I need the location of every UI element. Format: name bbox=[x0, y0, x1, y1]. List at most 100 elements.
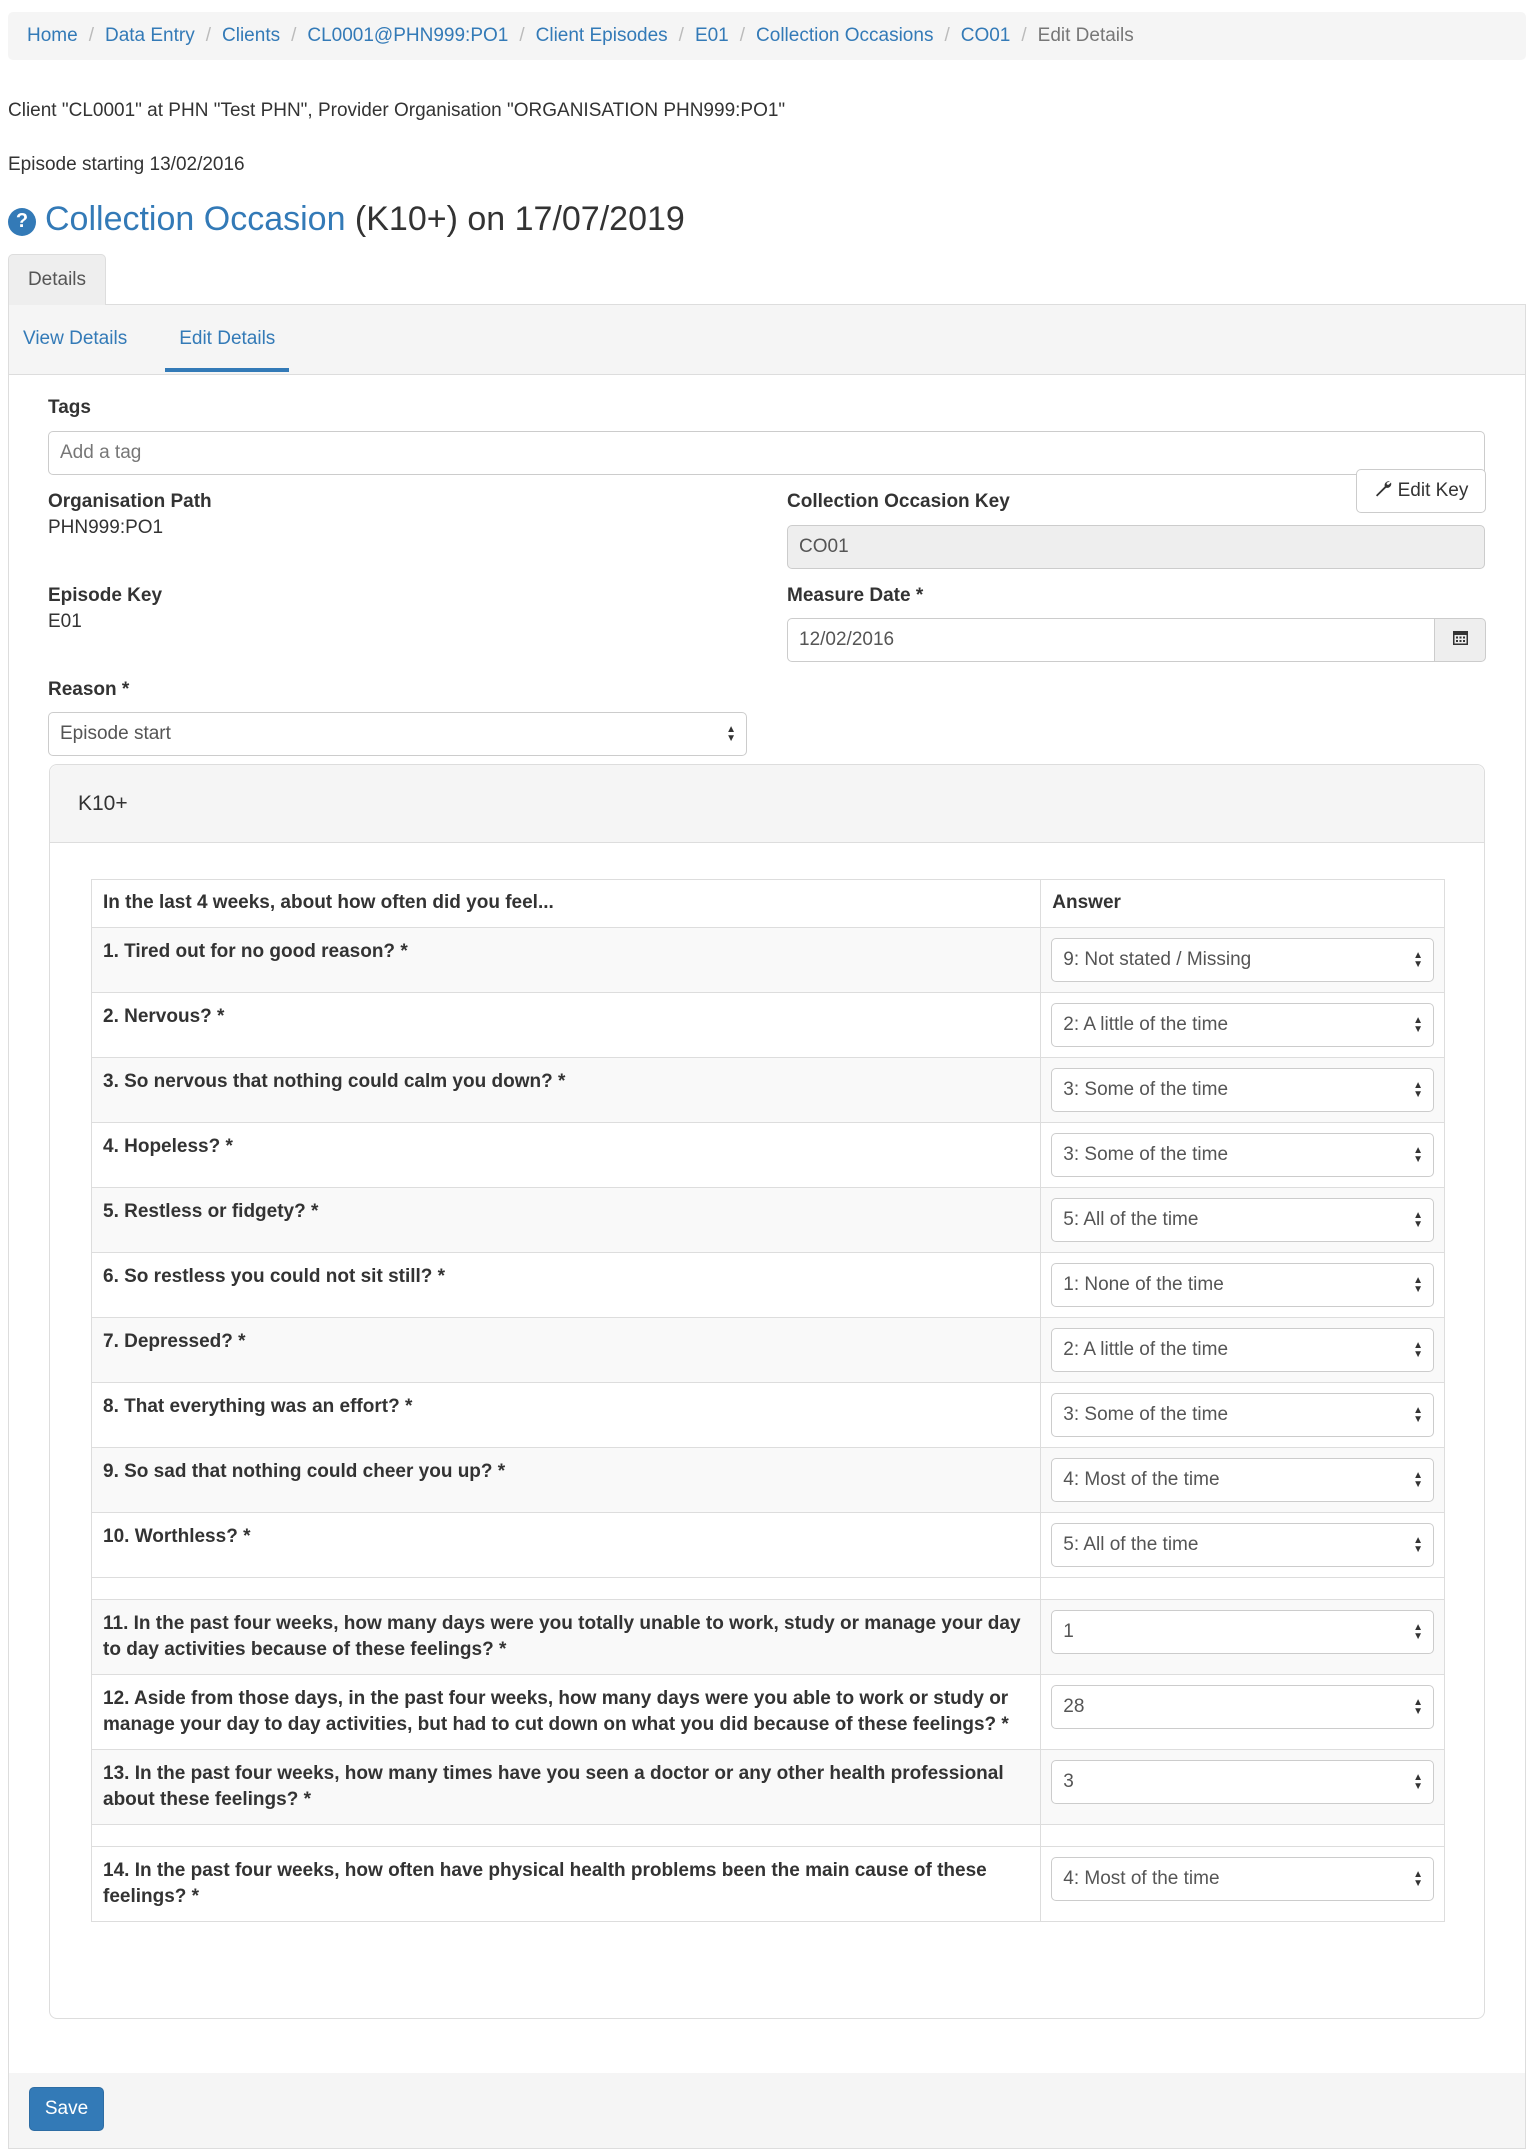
select-arrows-icon: ▲ ▼ bbox=[1413, 1869, 1423, 1889]
title-rest: (K10+) on 17/07/2019 bbox=[345, 200, 685, 238]
table-spacer-row bbox=[90, 1824, 1445, 1847]
k10-heading: K10+ bbox=[50, 765, 1484, 843]
collection-occasion-key-label: Collection Occasion Key bbox=[787, 491, 1010, 512]
question-text: 9. So sad that nothing could cheer you u… bbox=[90, 1447, 1042, 1513]
question-text: 4. Hopeless? * bbox=[90, 1122, 1042, 1188]
breadcrumb-separator: / bbox=[739, 25, 746, 46]
question-column-header: In the last 4 weeks, about how often did… bbox=[90, 879, 1042, 928]
question-row: 8. That everything was an effort? * 3: So… bbox=[90, 1382, 1445, 1448]
k10-question-table: In the last 4 weeks, about how often did… bbox=[90, 879, 1445, 1922]
breadcrumb-separator: / bbox=[1021, 25, 1027, 46]
answer-select[interactable]: 4: Most of the time ▲ ▼ bbox=[1051, 1857, 1434, 1901]
answer-select[interactable]: 4: Most of the time ▲ ▼ bbox=[1051, 1458, 1434, 1502]
answer-select[interactable]: 28 ▲ ▼ bbox=[1051, 1685, 1434, 1729]
breadcrumb-collection-occasion[interactable]: CO01 bbox=[961, 25, 1011, 47]
measure-date-input[interactable]: 12/02/2016 bbox=[787, 618, 1435, 662]
spacer-cell bbox=[90, 1577, 1042, 1600]
question-row: 13. In the past four weeks, how many tim… bbox=[90, 1749, 1445, 1825]
breadcrumb-client[interactable]: CL0001@PHN999:PO1 bbox=[307, 25, 508, 47]
answer-value: 2: A little of the time bbox=[1063, 1014, 1229, 1035]
tab-details[interactable]: Details bbox=[8, 254, 106, 305]
select-arrows-icon: ▲ ▼ bbox=[1413, 1470, 1423, 1490]
answer-select[interactable]: 1: None of the time ▲ ▼ bbox=[1051, 1263, 1434, 1307]
question-text: 1. Tired out for no good reason? * bbox=[90, 927, 1042, 993]
select-arrows-icon: ▲ ▼ bbox=[1413, 950, 1423, 970]
wrench-icon bbox=[1374, 479, 1392, 503]
select-arrows-icon: ▲ ▼ bbox=[1413, 1697, 1423, 1717]
spacer-cell bbox=[1040, 1577, 1445, 1600]
breadcrumb-collection-occasions[interactable]: Collection Occasions bbox=[756, 25, 933, 47]
select-arrows-icon: ▲ ▼ bbox=[1413, 1535, 1423, 1555]
save-button[interactable]: Save bbox=[29, 2087, 104, 2131]
answer-select[interactable]: 5: All of the time ▲ ▼ bbox=[1051, 1523, 1434, 1567]
question-row: 5. Restless or fidgety? * 5: All of the t… bbox=[90, 1187, 1445, 1253]
form-footer: Save bbox=[9, 2073, 1525, 2148]
breadcrumb-separator: / bbox=[944, 25, 950, 46]
answer-cell: 3: Some of the time ▲ ▼ bbox=[1040, 1122, 1445, 1188]
tags-input[interactable]: Add a tag bbox=[48, 431, 1485, 475]
tab-view-details[interactable]: View Details bbox=[23, 304, 127, 374]
answer-select[interactable]: 2: A little of the time ▲ ▼ bbox=[1051, 1003, 1434, 1047]
breadcrumb-current: Edit Details bbox=[1037, 25, 1134, 46]
answer-select[interactable]: 3: Some of the time ▲ ▼ bbox=[1051, 1393, 1434, 1437]
episode-key-value: E01 bbox=[48, 611, 82, 632]
organisation-path-value: PHN999:PO1 bbox=[48, 517, 164, 538]
spacer-cell bbox=[90, 1824, 1042, 1847]
question-text: 3. So nervous that nothing could calm yo… bbox=[90, 1057, 1042, 1123]
question-row: 9. So sad that nothing could cheer you u… bbox=[90, 1447, 1445, 1513]
answer-select[interactable]: 3 ▲ ▼ bbox=[1051, 1760, 1434, 1804]
breadcrumb-separator: / bbox=[291, 25, 297, 46]
episode-key-label: Episode Key bbox=[48, 585, 163, 606]
answer-value: 1: None of the time bbox=[1063, 1274, 1224, 1295]
question-row: 12. Aside from those days, in the past f… bbox=[90, 1674, 1445, 1750]
breadcrumb-client-episodes[interactable]: Client Episodes bbox=[536, 25, 668, 47]
question-row: 1. Tired out for no good reason? * 9: Not… bbox=[90, 927, 1445, 993]
tags-label: Tags bbox=[48, 397, 91, 418]
select-arrows-icon: ▲ ▼ bbox=[1413, 1210, 1423, 1230]
answer-cell: 5: All of the time ▲ ▼ bbox=[1040, 1512, 1445, 1578]
answer-value: 1 bbox=[1063, 1621, 1074, 1642]
answer-cell: 5: All of the time ▲ ▼ bbox=[1040, 1187, 1445, 1253]
edit-key-button[interactable]: Edit Key bbox=[1356, 469, 1486, 513]
select-arrows-icon: ▲ ▼ bbox=[1413, 1772, 1423, 1792]
question-row: 6. So restless you could not sit still? … bbox=[90, 1252, 1445, 1318]
answer-value: 5: All of the time bbox=[1063, 1534, 1199, 1555]
answer-select[interactable]: 3: Some of the time ▲ ▼ bbox=[1051, 1068, 1434, 1112]
answer-select[interactable]: 9: Not stated / Missing ▲ ▼ bbox=[1051, 938, 1434, 982]
answer-column-header: Answer bbox=[1040, 879, 1445, 928]
answer-select[interactable]: 2: A little of the time ▲ ▼ bbox=[1051, 1328, 1434, 1372]
answer-cell: 3 ▲ ▼ bbox=[1040, 1749, 1445, 1825]
k10-panel: K10+ In the last 4 weeks, about how ofte… bbox=[49, 764, 1485, 2019]
calendar-button[interactable] bbox=[1434, 618, 1486, 662]
answer-select[interactable]: 1 ▲ ▼ bbox=[1051, 1610, 1434, 1654]
answer-cell: 3: Some of the time ▲ ▼ bbox=[1040, 1057, 1445, 1123]
breadcrumb-episode[interactable]: E01 bbox=[695, 25, 729, 47]
answer-cell: 28 ▲ ▼ bbox=[1040, 1674, 1445, 1750]
answer-cell: 1 ▲ ▼ bbox=[1040, 1599, 1445, 1675]
breadcrumb-separator: / bbox=[519, 25, 525, 46]
question-text: 11. In the past four weeks, how many day… bbox=[90, 1599, 1042, 1675]
tab-edit-details[interactable]: Edit Details bbox=[165, 304, 290, 374]
subtabs: View Details Edit Details bbox=[9, 305, 1525, 375]
answer-select[interactable]: 3: Some of the time ▲ ▼ bbox=[1051, 1133, 1434, 1177]
answer-cell: 9: Not stated / Missing ▲ ▼ bbox=[1040, 927, 1445, 993]
breadcrumb-data-entry[interactable]: Data Entry bbox=[105, 25, 195, 47]
question-row: 11. In the past four weeks, how many day… bbox=[90, 1599, 1445, 1675]
collection-occasion-help-link[interactable]: Collection Occasion bbox=[45, 200, 345, 239]
select-arrows-icon: ▲ ▼ bbox=[1413, 1405, 1423, 1425]
breadcrumb: Home / Data Entry / Clients / CL0001@PHN999… bbox=[8, 12, 1526, 60]
question-row: 2. Nervous? * 2: A little of the time ▲ ▼ bbox=[90, 992, 1445, 1058]
question-text: 7. Depressed? * bbox=[90, 1317, 1042, 1383]
calendar-icon bbox=[1452, 629, 1469, 652]
breadcrumb-clients[interactable]: Clients bbox=[222, 25, 280, 47]
breadcrumb-home[interactable]: Home bbox=[27, 25, 78, 47]
page-title: ? Collection Occasion (K10+) on 17/07/20… bbox=[8, 200, 685, 239]
answer-value: 3 bbox=[1063, 1771, 1074, 1792]
help-icon[interactable]: ? bbox=[8, 207, 36, 236]
answer-cell: 2: A little of the time ▲ ▼ bbox=[1040, 992, 1445, 1058]
spacer-cell bbox=[1040, 1824, 1445, 1847]
answer-select[interactable]: 5: All of the time ▲ ▼ bbox=[1051, 1198, 1434, 1242]
reason-select[interactable]: Episode start ▲ ▼ bbox=[48, 712, 747, 756]
measure-date-label: Measure Date * bbox=[787, 585, 924, 606]
answer-value: 9: Not stated / Missing bbox=[1063, 949, 1252, 970]
